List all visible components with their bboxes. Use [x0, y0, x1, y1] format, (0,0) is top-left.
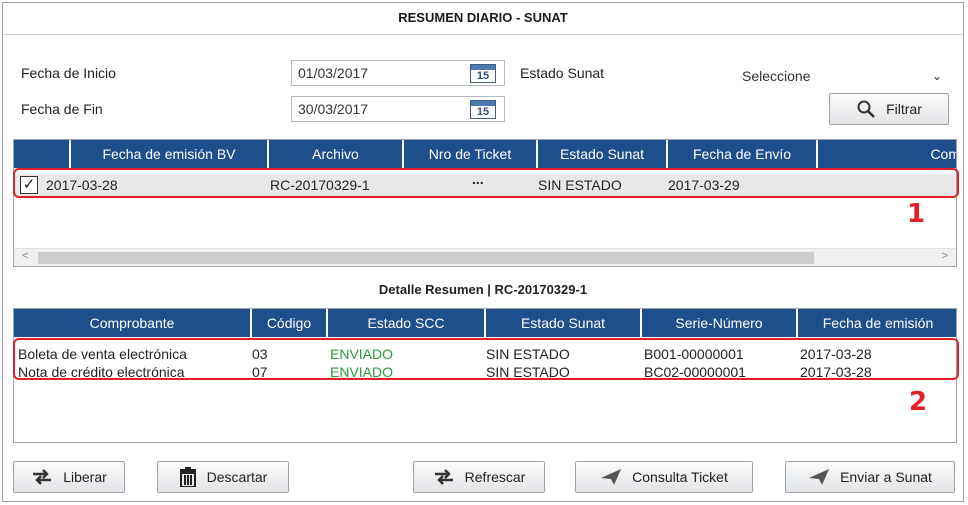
column-header-codigo[interactable]: Código [252, 309, 328, 337]
column-header-estado-sunat[interactable]: Estado Sunat [486, 309, 642, 337]
fecha-fin-field[interactable]: 30/03/2017 15 [291, 96, 505, 122]
send-icon [809, 469, 830, 485]
detail-grid-header: Comprobante Código Estado SCC Estado Sun… [14, 309, 956, 337]
descartar-label: Descartar [206, 469, 268, 485]
scrollbar-thumb[interactable] [38, 252, 814, 264]
estado-sunat-select[interactable]: Seleccione ⌄ [736, 63, 950, 89]
estado-sunat-value: Seleccione [742, 68, 811, 84]
fecha-inicio-value: 01/03/2017 [298, 65, 369, 81]
column-header-archivo[interactable]: Archivo [269, 140, 404, 168]
column-header-estado-scc[interactable]: Estado SCC [328, 309, 486, 337]
fecha-inicio-label: Fecha de Inicio [21, 65, 116, 81]
horizontal-scrollbar[interactable]: < > [14, 248, 956, 266]
window-title: RESUMEN DIARIO - SUNAT [3, 3, 963, 35]
calendar-icon[interactable]: 15 [470, 64, 496, 83]
scroll-right-icon[interactable]: > [942, 250, 948, 262]
refrescar-button[interactable]: Refrescar [413, 461, 545, 493]
column-header-estado-sunat[interactable]: Estado Sunat [538, 140, 668, 168]
callout-box-2 [13, 338, 959, 380]
filtrar-label: Filtrar [886, 101, 922, 117]
consulta-ticket-button[interactable]: Consulta Ticket [575, 461, 753, 493]
resumen-diario-window: RESUMEN DIARIO - SUNAT Fecha de Inicio 0… [2, 2, 964, 502]
enviar-sunat-button[interactable]: Enviar a Sunat [785, 461, 955, 493]
calendar-icon[interactable]: 15 [470, 100, 496, 119]
column-header-com[interactable]: Com [818, 140, 956, 168]
column-header-check[interactable] [14, 140, 71, 168]
filtrar-button[interactable]: Filtrar [829, 93, 949, 125]
refresh-arrows-icon [434, 469, 453, 485]
chevron-down-icon: ⌄ [931, 69, 942, 83]
column-header-comprobante[interactable]: Comprobante [14, 309, 252, 337]
liberar-label: Liberar [63, 469, 107, 485]
descartar-button[interactable]: Descartar [157, 461, 289, 493]
estado-sunat-label: Estado Sunat [520, 65, 605, 81]
summary-grid: Fecha de emisión BV Archivo Nro de Ticke… [13, 139, 957, 267]
swap-arrows-icon [33, 469, 52, 485]
detail-title: Detalle Resumen | RC-20170329-1 [378, 282, 588, 297]
scroll-left-icon[interactable]: < [22, 250, 28, 262]
fecha-inicio-field[interactable]: 01/03/2017 15 [291, 60, 505, 86]
callout-number-2: 2 [909, 387, 928, 417]
refrescar-label: Refrescar [464, 469, 526, 485]
column-header-fecha-emision[interactable]: Fecha de emisión [798, 309, 956, 337]
consulta-ticket-label: Consulta Ticket [632, 469, 728, 485]
fecha-fin-label: Fecha de Fin [21, 101, 103, 117]
summary-grid-header: Fecha de emisión BV Archivo Nro de Ticke… [14, 140, 956, 168]
callout-number-1: 1 [907, 199, 926, 229]
send-icon [601, 469, 622, 485]
search-icon [857, 100, 875, 118]
column-header-nro-ticket[interactable]: Nro de Ticket [404, 140, 538, 168]
callout-box-1 [13, 168, 959, 198]
enviar-sunat-label: Enviar a Sunat [840, 469, 932, 485]
column-header-serie-numero[interactable]: Serie-Número [642, 309, 798, 337]
liberar-button[interactable]: Liberar [13, 461, 125, 493]
trash-icon [179, 467, 196, 487]
column-header-fecha-emision[interactable]: Fecha de emisión BV [71, 140, 269, 168]
fecha-fin-value: 30/03/2017 [298, 101, 369, 117]
column-header-fecha-envio[interactable]: Fecha de Envío [668, 140, 818, 168]
